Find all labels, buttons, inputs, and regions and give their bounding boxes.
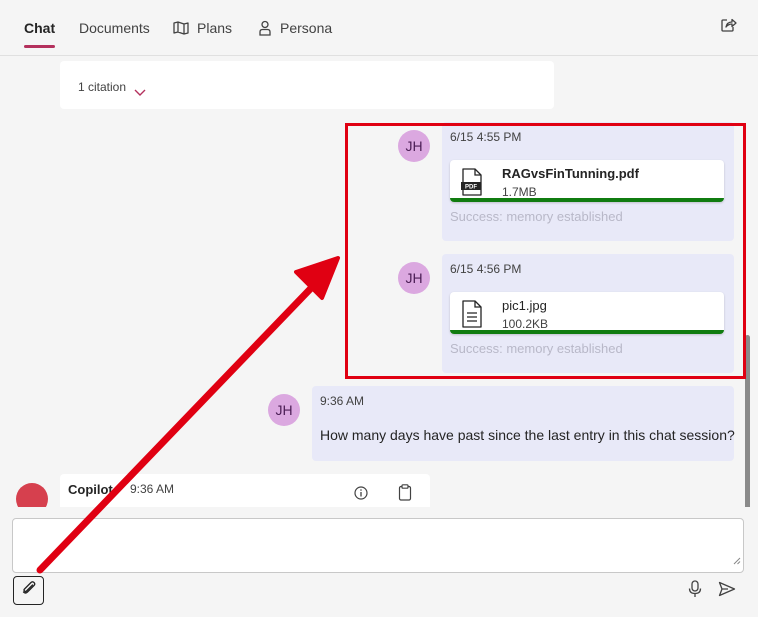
copilot-name: Copilot	[68, 482, 113, 497]
send-icon[interactable]	[718, 581, 736, 602]
message-text: How many days have past since the last e…	[320, 427, 735, 443]
avatar-initials: JH	[275, 402, 293, 418]
message-input[interactable]	[12, 518, 744, 573]
tab-plans[interactable]: Plans	[173, 0, 232, 56]
person-icon	[258, 20, 272, 36]
avatar: JH	[268, 394, 300, 426]
clipboard-icon[interactable]	[398, 484, 412, 506]
citation-card: 1 citation	[60, 61, 554, 109]
copilot-avatar	[16, 483, 48, 507]
tab-persona[interactable]: Persona	[258, 0, 332, 56]
tab-plans-label: Plans	[197, 20, 233, 36]
attach-file-button[interactable]	[13, 576, 44, 605]
tab-chat-label: Chat	[24, 20, 56, 36]
microphone-icon[interactable]	[688, 580, 702, 603]
share-icon	[720, 17, 738, 38]
chevron-down-icon[interactable]	[134, 84, 146, 102]
tab-chat[interactable]: Chat	[24, 0, 56, 56]
copilot-message-card: Copilot 9:36 AM	[60, 474, 430, 507]
resize-handle-icon[interactable]	[733, 552, 741, 570]
annotation-highlight-box	[345, 123, 746, 379]
top-tab-bar: Chat Documents Plans Persona	[0, 0, 758, 56]
share-button[interactable]	[718, 16, 740, 38]
paperclip-icon	[21, 580, 37, 601]
citation-toggle[interactable]: 1 citation	[78, 80, 126, 94]
tab-persona-label: Persona	[280, 20, 333, 36]
copilot-timestamp: 9:36 AM	[130, 482, 175, 496]
tab-documents[interactable]: Documents	[79, 0, 150, 56]
tab-documents-label: Documents	[79, 20, 150, 36]
info-icon[interactable]	[354, 486, 368, 505]
user-message-bubble: 9:36 AM How many days have past since th…	[312, 386, 735, 461]
message-timestamp: 9:36 AM	[320, 394, 365, 408]
map-icon	[173, 21, 189, 35]
